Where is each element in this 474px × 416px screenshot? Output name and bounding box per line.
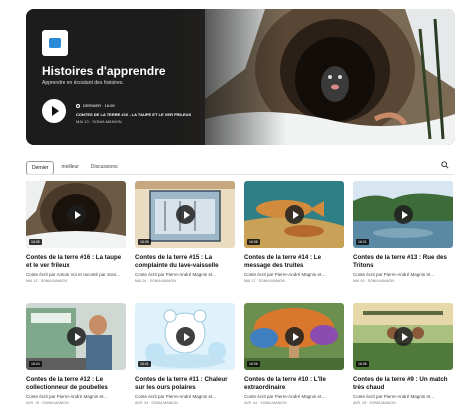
play-button[interactable]	[67, 205, 86, 224]
episode-thumbnail[interactable]: 16:05	[26, 181, 126, 248]
episode-date: AVR. 19 · SONIA MANION	[26, 400, 69, 405]
episode-card[interactable]: 16:06 Contes de la terre #9 : Un match t…	[353, 303, 453, 405]
episode-date: AVR. 25 · SONIA MANION	[353, 400, 396, 405]
play-icon	[74, 332, 81, 341]
duration-badge: 16:01	[138, 361, 151, 367]
play-icon	[51, 106, 59, 116]
episode-card[interactable]: 16:08 Contes de la terre #14 : Le messag…	[244, 181, 344, 283]
play-button[interactable]	[176, 327, 195, 346]
play-button[interactable]	[176, 205, 195, 224]
play-button[interactable]	[67, 327, 86, 346]
search-icon[interactable]	[441, 161, 449, 169]
episode-card[interactable]: 16:21 Contes de la terre #13 : Rue des T…	[353, 181, 453, 283]
episode-description: Conte écrit par Pierre-André Magnin et…	[26, 393, 108, 399]
episode-title[interactable]: Contes de la terre #14 : Le message des …	[244, 254, 344, 270]
episode-title[interactable]: Contes de la terre #12 : Le collectionne…	[26, 376, 126, 392]
play-button[interactable]	[285, 205, 304, 224]
play-icon	[401, 210, 408, 219]
episode-description: Conte écrit par Pierre-André Magnin et…	[353, 271, 435, 277]
episode-thumbnail[interactable]: 16:05	[135, 181, 235, 248]
episode-description: Conte écrit par Pierre-André Magnin et…	[353, 393, 435, 399]
episode-description: Conte écrit par Pierre-André Magnin et…	[244, 271, 326, 277]
tab-dernier[interactable]: Dernier	[26, 161, 55, 175]
duration-badge: 16:06	[356, 361, 369, 367]
episode-date: AVR. 03 · SONIA MANION	[135, 400, 178, 405]
duration-badge: 16:06	[247, 361, 260, 367]
duration-badge: 16:05	[29, 239, 42, 245]
episode-card[interactable]: 16:01 Contes de la terre #11 : Chaleur s…	[135, 303, 235, 405]
duration-badge: 16:24	[29, 361, 42, 367]
episode-title[interactable]: Contes de la terre #15 : La complainte d…	[135, 254, 235, 270]
episode-thumbnail[interactable]: 16:24	[26, 303, 126, 370]
episode-card[interactable]: 16:05 Contes de la terre #15 : La compla…	[135, 181, 235, 283]
tab-discussions[interactable]: Discussions	[86, 161, 123, 175]
episode-thumbnail[interactable]: 16:08	[244, 181, 344, 248]
headphones-icon	[76, 103, 80, 108]
play-icon	[183, 210, 190, 219]
episode-title[interactable]: Contes de la terre #11 : Chaleur sur les…	[135, 376, 235, 392]
episode-date: AVR. 04 · SONIA MANION	[244, 400, 287, 405]
hero-duration: DERNIER · 16:05	[83, 103, 115, 108]
tab-bar: Dernier meilleur Discussions	[26, 161, 123, 175]
podcast-logo[interactable]	[42, 30, 68, 56]
episode-description: Conte écrit par Pierre-André Magnin et…	[244, 393, 326, 399]
episode-title[interactable]: Contes de la terre #9 : Un match très ch…	[353, 376, 453, 392]
episode-description: Conte écrit par Antoin Voi et raconté pa…	[26, 271, 121, 277]
play-button[interactable]	[285, 327, 304, 346]
episode-description: Conte écrit par Pierre-André Magnin et…	[135, 393, 217, 399]
play-icon	[401, 332, 408, 341]
hero-episode-title[interactable]: CONTES DE LA TERRE #16 - LA TAUPE ET LE …	[76, 112, 191, 117]
episode-card[interactable]: 16:05 Contes de la terre #16 : La taupe …	[26, 181, 126, 283]
play-icon	[292, 210, 299, 219]
episode-thumbnail[interactable]: 16:06	[353, 303, 453, 370]
tab-meilleur[interactable]: meilleur	[56, 161, 84, 175]
episode-thumbnail[interactable]: 16:21	[353, 181, 453, 248]
episode-description: Conte écrit par Pierre-André Magnin et…	[135, 271, 217, 277]
episode-date: MAI 17 · SONIA MANION	[244, 278, 285, 283]
play-icon	[183, 332, 190, 341]
episode-title[interactable]: Contes de la terre #13 : Rue des Tritons	[353, 254, 453, 270]
episode-title[interactable]: Contes de la terre #16 : La taupe et le …	[26, 254, 126, 270]
play-button[interactable]	[394, 327, 413, 346]
episode-card[interactable]: 16:24 Contes de la terre #12 : Le collec…	[26, 303, 126, 405]
hero-title: Histoires d'apprendre	[42, 64, 166, 78]
duration-badge: 16:21	[356, 239, 369, 245]
episode-date: MAI 04 · SONIA MANION	[135, 278, 176, 283]
duration-badge: 16:05	[138, 239, 151, 245]
hero-subtitle: Apprendre en écoutant des histoires.	[42, 80, 124, 86]
episode-date: MAI 13 · SONIA MANION	[26, 278, 67, 283]
duration-badge: 16:08	[247, 239, 260, 245]
play-icon	[74, 210, 81, 219]
play-icon	[292, 332, 299, 341]
hero-date: MAI 13 · SONIA MANION	[76, 119, 122, 124]
divider	[26, 174, 454, 175]
episode-title[interactable]: Contes de la terre #10 : L'île extraordi…	[244, 376, 344, 392]
play-button[interactable]	[394, 205, 413, 224]
hero-play-button[interactable]	[42, 99, 66, 123]
episode-thumbnail[interactable]: 16:01	[135, 303, 235, 370]
episode-thumbnail[interactable]: 16:06	[244, 303, 344, 370]
episode-date: MAI 03 · SONIA MANION	[353, 278, 394, 283]
episode-card[interactable]: 16:06 Contes de la terre #10 : L'île ext…	[244, 303, 344, 405]
